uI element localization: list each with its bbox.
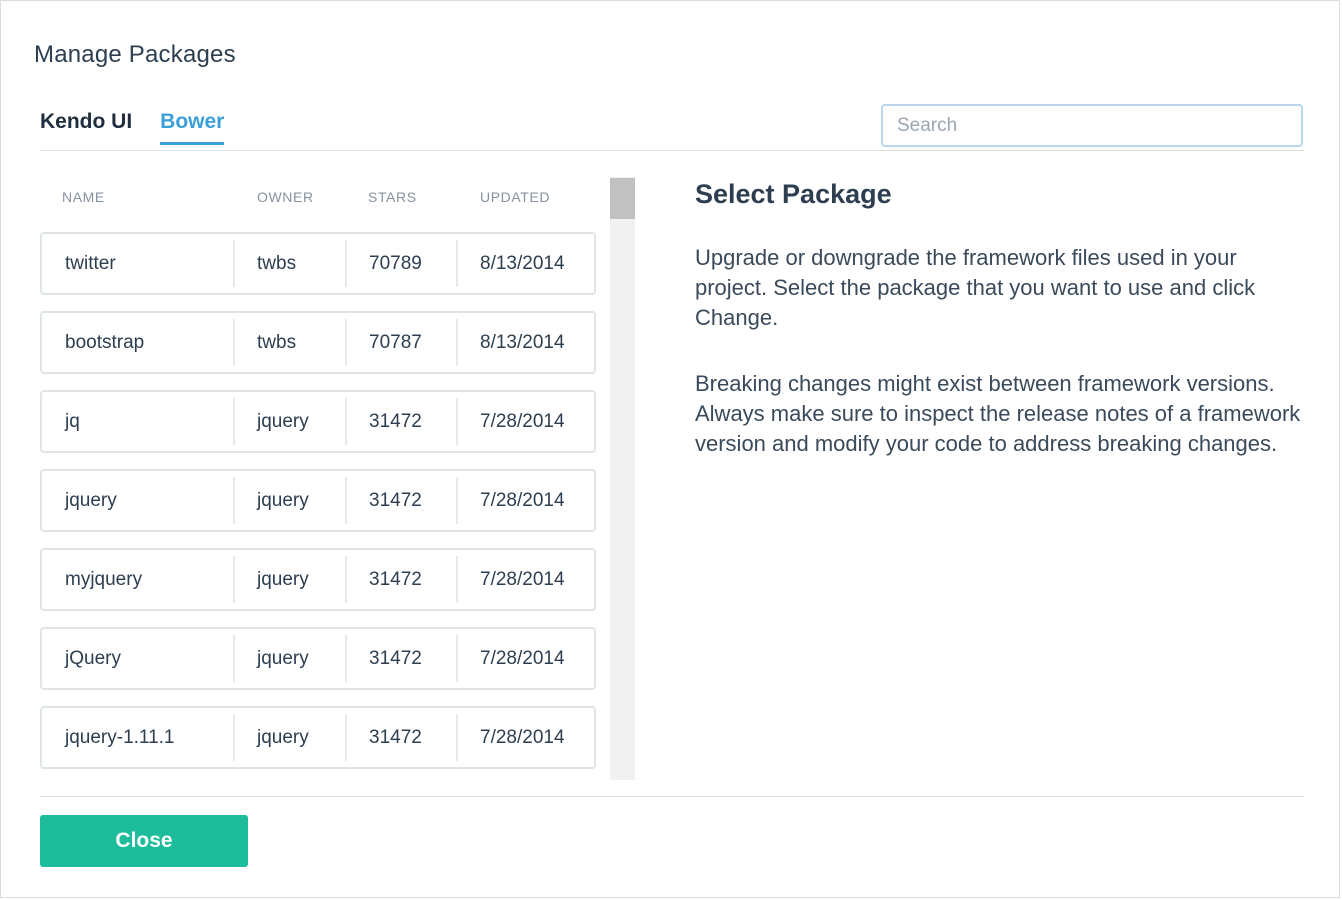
cell-owner: jquery xyxy=(233,398,309,445)
tabs-divider xyxy=(40,150,1304,151)
cell-updated: 7/28/2014 xyxy=(456,635,565,682)
cell-name: jquery-1.11.1 xyxy=(65,727,175,748)
package-detail-panel: Select Package Upgrade or downgrade the … xyxy=(695,177,1315,459)
cell-updated: 7/28/2014 xyxy=(456,398,565,445)
detail-warning: Breaking changes might exist between fra… xyxy=(695,371,1301,456)
cell-stars: 31472 xyxy=(345,714,422,761)
table-row[interactable]: jq jquery 31472 7/28/2014 xyxy=(40,390,596,453)
scrollbar-thumb[interactable] xyxy=(610,178,635,219)
table-row[interactable]: myjquery jquery 31472 7/28/2014 xyxy=(40,548,596,611)
cell-name: twitter xyxy=(65,253,116,274)
column-header-name[interactable]: NAME xyxy=(62,189,105,205)
table-row[interactable]: jQuery jquery 31472 7/28/2014 xyxy=(40,627,596,690)
cell-updated: 7/28/2014 xyxy=(456,556,565,603)
cell-stars: 31472 xyxy=(345,556,422,603)
cell-stars: 70789 xyxy=(345,240,422,287)
cell-stars: 31472 xyxy=(345,398,422,445)
cell-updated: 7/28/2014 xyxy=(456,714,565,761)
column-header-stars[interactable]: STARS xyxy=(368,189,417,205)
column-header-updated[interactable]: UPDATED xyxy=(480,189,550,205)
search-input[interactable] xyxy=(881,104,1303,147)
tab-bar: Kendo UI Bower xyxy=(40,105,225,145)
package-list-scrollbar[interactable] xyxy=(610,177,635,780)
cell-owner: jquery xyxy=(233,635,309,682)
footer-divider xyxy=(40,796,1304,797)
cell-updated: 8/13/2014 xyxy=(456,240,565,287)
manage-packages-dialog: Manage Packages Kendo UI Bower NAME OWNE… xyxy=(0,0,1340,898)
cell-updated: 8/13/2014 xyxy=(456,319,565,366)
cell-name: jQuery xyxy=(65,648,121,669)
cell-stars: 31472 xyxy=(345,477,422,524)
cell-owner: twbs xyxy=(233,319,296,366)
cell-owner: twbs xyxy=(233,240,296,287)
column-header-owner[interactable]: OWNER xyxy=(257,189,314,205)
table-body: twitter twbs 70789 8/13/2014 bootstrap t… xyxy=(40,232,596,781)
tab-kendo-ui[interactable]: Kendo UI xyxy=(40,105,132,145)
cell-owner: jquery xyxy=(233,477,309,524)
detail-heading: Select Package xyxy=(695,179,892,209)
cell-name: myjquery xyxy=(65,569,143,590)
cell-name: jq xyxy=(65,411,80,432)
cell-stars: 31472 xyxy=(345,635,422,682)
cell-name: bootstrap xyxy=(65,332,145,353)
package-list: NAME OWNER STARS UPDATED twitter twbs 70… xyxy=(40,173,636,781)
table-row[interactable]: jquery jquery 31472 7/28/2014 xyxy=(40,469,596,532)
table-row[interactable]: twitter twbs 70789 8/13/2014 xyxy=(40,232,596,295)
dialog-title: Manage Packages xyxy=(34,41,236,68)
tab-bower[interactable]: Bower xyxy=(160,105,225,145)
close-button[interactable]: Close xyxy=(40,815,248,867)
table-header: NAME OWNER STARS UPDATED xyxy=(40,189,600,209)
cell-owner: jquery xyxy=(233,556,309,603)
cell-name: jquery xyxy=(65,490,117,511)
table-row[interactable]: jquery-1.11.1 jquery 31472 7/28/2014 xyxy=(40,706,596,769)
cell-updated: 7/28/2014 xyxy=(456,477,565,524)
cell-stars: 70787 xyxy=(345,319,422,366)
table-row[interactable]: bootstrap twbs 70787 8/13/2014 xyxy=(40,311,596,374)
cell-owner: jquery xyxy=(233,714,309,761)
detail-description: Upgrade or downgrade the framework files… xyxy=(695,245,1256,330)
